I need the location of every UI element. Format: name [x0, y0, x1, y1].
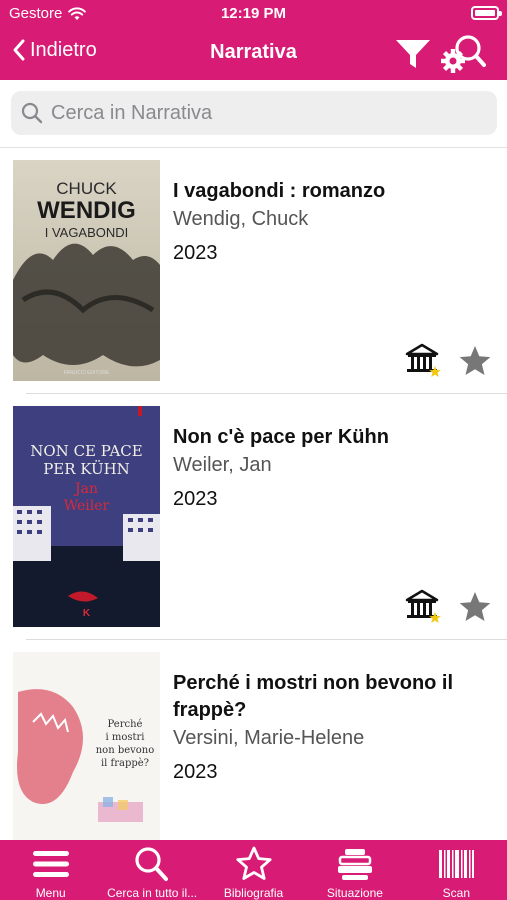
- book-cover: NON CE PACE PER KÜHN Jan Weiler K: [13, 406, 160, 627]
- navigation-bar: Indietro Narrativa: [0, 28, 507, 80]
- tab-scan[interactable]: Scan: [406, 840, 507, 900]
- search-icon: [21, 102, 43, 124]
- book-title: Perché i mostri non bevono il frappè?: [173, 672, 454, 721]
- library-star-icon: [405, 589, 441, 623]
- back-label: Indietro: [30, 38, 97, 61]
- filter-button[interactable]: [394, 36, 432, 72]
- tab-search-all[interactable]: Cerca in tutto il...: [101, 840, 202, 900]
- book-author: Weiler, Jan: [173, 454, 272, 476]
- cover-line3: non bevono: [96, 745, 155, 756]
- gear-search-icon: [441, 35, 486, 73]
- filter-icon: [396, 40, 430, 68]
- status-time: 12:19 PM: [220, 5, 287, 22]
- book-year: 2023: [173, 488, 218, 510]
- search-section: [0, 80, 507, 148]
- star-outline-icon: [235, 846, 272, 880]
- cover-line1: CHUCK: [56, 179, 117, 198]
- library-availability-button[interactable]: [404, 588, 442, 624]
- tab-label: Cerca in tutto il...: [107, 886, 198, 900]
- battery-icon: [471, 6, 502, 20]
- book-title: Non c'è pace per Kühn: [173, 426, 389, 448]
- tab-menu[interactable]: Menu: [0, 840, 101, 900]
- cover-line1: NON CE PACE: [30, 442, 143, 460]
- library-availability-button[interactable]: [404, 342, 442, 378]
- cover-line2: i mostri: [105, 732, 144, 743]
- library-star-icon: [405, 343, 441, 377]
- star-icon: [459, 592, 491, 621]
- cover-line2: WENDIG: [37, 197, 136, 224]
- cover-publisher: FANUCCI EDITORE: [64, 370, 110, 376]
- tab-label: Menu: [35, 886, 66, 900]
- tab-label: Situazione: [326, 886, 383, 900]
- favorite-star-button[interactable]: [458, 344, 492, 378]
- cover-publisher: K: [83, 608, 91, 619]
- book-row[interactable]: Perché i mostri non bevono il frappè? Pe…: [0, 640, 507, 840]
- tab-situation[interactable]: Situazione: [304, 840, 405, 900]
- barcode-icon: [439, 850, 475, 878]
- book-list: CHUCK WENDIG I VAGABONDI FANUCCI EDITORE…: [0, 148, 507, 840]
- search-input[interactable]: [51, 101, 471, 125]
- cover-line4: Weiler: [64, 498, 110, 514]
- book-year: 2023: [173, 242, 218, 264]
- cover-line3: I VAGABONDI: [45, 225, 129, 240]
- tab-label: Scan: [442, 886, 470, 900]
- book-cover: Perché i mostri non bevono il frappè?: [13, 652, 160, 840]
- book-author: Wendig, Chuck: [173, 208, 309, 230]
- book-row[interactable]: NON CE PACE PER KÜHN Jan Weiler K Non c'…: [0, 394, 507, 640]
- book-author: Versini, Marie-Helene: [173, 727, 365, 749]
- chevron-left-icon: [13, 39, 25, 61]
- book-row[interactable]: CHUCK WENDIG I VAGABONDI FANUCCI EDITORE…: [0, 148, 507, 394]
- tab-label: Bibliografia: [223, 886, 284, 900]
- back-button[interactable]: Indietro: [12, 38, 97, 62]
- book-title: I vagabondi : romanzo: [173, 180, 386, 202]
- tab-bar: Menu Cerca in tutto il... Bibliografia S…: [0, 840, 507, 900]
- book-year: 2023: [173, 761, 218, 783]
- favorite-star-button[interactable]: [458, 590, 492, 624]
- tab-bibliography[interactable]: Bibliografia: [203, 840, 304, 900]
- menu-icon: [32, 851, 69, 877]
- search-box[interactable]: [11, 91, 497, 135]
- cover-line4: il frappè?: [101, 758, 149, 769]
- advanced-search-button[interactable]: [440, 32, 486, 76]
- book-cover: CHUCK WENDIG I VAGABONDI FANUCCI EDITORE: [13, 160, 160, 381]
- status-bar: Gestore 12:19 PM: [0, 0, 507, 28]
- star-icon: [459, 346, 491, 375]
- cover-line3: Jan: [73, 481, 98, 497]
- search-icon: [135, 847, 169, 881]
- stack-icon: [337, 849, 372, 880]
- cover-line1: Perché: [108, 719, 143, 730]
- cover-line2: PER KÜHN: [43, 460, 130, 478]
